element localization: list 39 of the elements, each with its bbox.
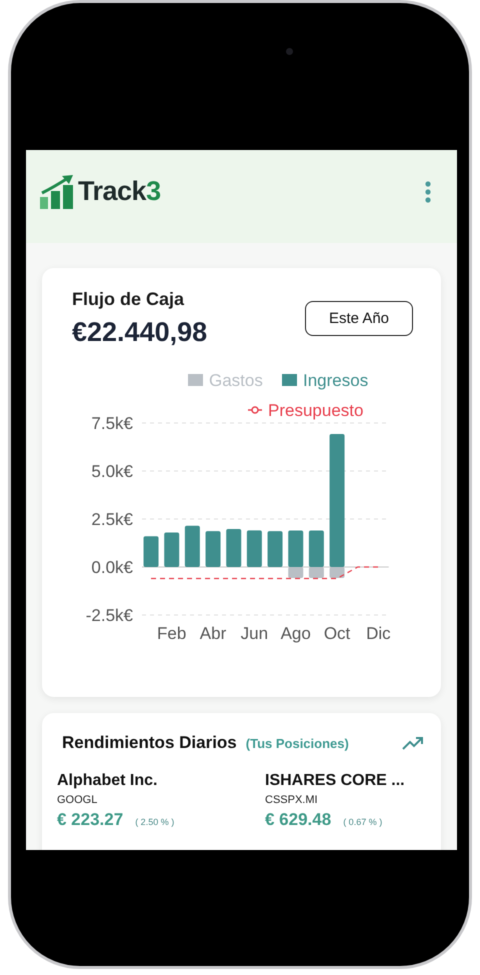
position-name: ISHARES CORE ... [265, 772, 406, 790]
axis-label: Abr [200, 624, 226, 643]
app-logo-text: Track3 [78, 176, 161, 207]
chart-bar [268, 531, 283, 567]
card-title: Flujo de Caja [72, 289, 186, 310]
legend-label: Gastos [209, 371, 263, 390]
legend-label: Ingresos [303, 371, 368, 390]
ticker-symbol: GOOGL [57, 794, 98, 806]
chart-logo-icon [40, 174, 74, 208]
camera-dot [286, 48, 293, 55]
axis-label: Oct [324, 624, 350, 643]
position-name: Alphabet Inc. [57, 772, 158, 790]
ticker-symbol: CSSPX.MI [265, 794, 319, 806]
chart-bar [144, 536, 159, 567]
chart-bar [226, 528, 242, 567]
axis-label: Ago [280, 624, 311, 643]
chart-bar [184, 526, 200, 567]
chart-bar [246, 530, 262, 567]
axis-label: 2.5k€ [91, 510, 133, 529]
axis-label: Feb [157, 624, 186, 643]
cash-flow-amount: €22.440,98 [72, 317, 208, 348]
legend-label: Presupuesto [268, 401, 364, 420]
axis-label: 5.0k€ [91, 462, 133, 481]
percent-change: ( 2.50 % ) [135, 817, 174, 827]
section-title: Rendimientos Diarios [62, 733, 237, 753]
axis-label: -2.5k€ [86, 606, 133, 625]
axis-label: 0.0k€ [91, 558, 133, 577]
chart-bar [164, 532, 180, 567]
position-price: € 223.27 [57, 810, 124, 830]
chart-bar [206, 531, 221, 567]
section-subtitle: (Tus Posiciones) [246, 736, 349, 751]
menu-button[interactable] [425, 180, 431, 202]
trending-up-icon[interactable] [402, 736, 424, 750]
axis-label: 7.5k€ [91, 414, 133, 433]
percent-change: ( 0.67 % ) [343, 817, 382, 827]
axis-label: Dic [366, 624, 391, 643]
axis-label: Jun [240, 624, 268, 643]
position-price: € 629.48 [265, 810, 332, 830]
period-button[interactable]: Este Año [305, 301, 413, 336]
